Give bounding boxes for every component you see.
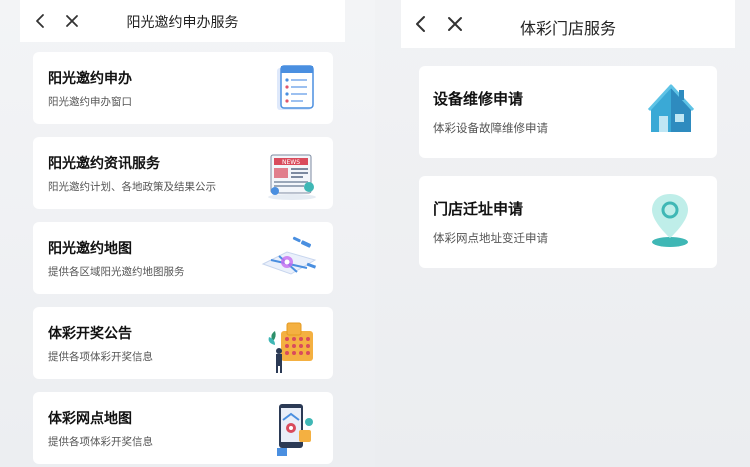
card-subtitle: 提供各区域阳光邀约地图服务 (48, 266, 185, 278)
close-icon (448, 17, 462, 31)
card-title: 门店迁址申请 (433, 200, 524, 218)
lottery-board-icon (268, 322, 313, 373)
service-card-equipment-repair[interactable]: 设备维修申请 体彩设备故障维修申请 (419, 66, 717, 158)
left-header: 阳光邀约申办服务 (20, 0, 345, 42)
card-subtitle: 体彩网点地址变迁申请 (433, 231, 548, 245)
back-button[interactable] (28, 9, 52, 33)
close-button[interactable] (443, 12, 467, 36)
service-card-store-relocation[interactable]: 门店迁址申请 体彩网点地址变迁申请 (419, 176, 717, 268)
card-title: 阳光邀约申办 (48, 71, 132, 87)
card-subtitle: 提供各项体彩开奖信息 (48, 436, 153, 448)
service-card-sunshine-news[interactable]: 阳光邀约资讯服务 阳光邀约计划、各地政策及结果公示 NEWS (33, 137, 333, 209)
newspaper-icon: NEWS (268, 154, 316, 200)
card-title: 阳光邀约资讯服务 (48, 156, 160, 172)
service-card-lottery-announcement[interactable]: 体彩开奖公告 提供各项体彩开奖信息 (33, 307, 333, 379)
card-subtitle: 阳光邀约申办窗口 (48, 96, 132, 108)
card-title: 阳光邀约地图 (48, 241, 132, 257)
svg-text:NEWS: NEWS (282, 159, 300, 166)
notepad-icon (277, 65, 314, 110)
phone-map-icon (277, 404, 313, 456)
card-subtitle: 体彩设备故障维修申请 (433, 121, 548, 135)
service-card-sunshine-apply[interactable]: 阳光邀约申办 阳光邀约申办窗口 (33, 52, 333, 124)
location-pin-icon (652, 194, 688, 247)
house-icon (647, 84, 695, 132)
right-screen: 体彩门店服务 设备维修申请 体彩设备故障维修申请 门店迁址申请 体彩网点地址变迁… (401, 0, 735, 467)
service-card-lottery-outlet-map[interactable]: 体彩网点地图 提供各项体彩开奖信息 (33, 392, 333, 464)
card-subtitle: 阳光邀约计划、各地政策及结果公示 (48, 181, 216, 193)
card-subtitle: 提供各项体彩开奖信息 (48, 351, 153, 363)
card-title: 体彩网点地图 (48, 411, 132, 427)
card-title: 设备维修申请 (433, 90, 524, 108)
right-header: 体彩门店服务 (401, 0, 735, 48)
left-screen: 阳光邀约申办服务 阳光邀约申办 阳光邀约申办窗口 阳光邀约资讯服务 阳光邀约计划… (20, 0, 345, 467)
chevron-left-icon (416, 16, 425, 32)
service-card-sunshine-map[interactable]: 阳光邀约地图 提供各区域阳光邀约地图服务 (33, 222, 333, 294)
map-icon (261, 236, 317, 275)
close-icon (66, 15, 78, 27)
close-button[interactable] (60, 9, 84, 33)
chevron-left-icon (36, 14, 44, 28)
back-button[interactable] (409, 12, 433, 36)
card-title: 体彩开奖公告 (48, 326, 132, 342)
